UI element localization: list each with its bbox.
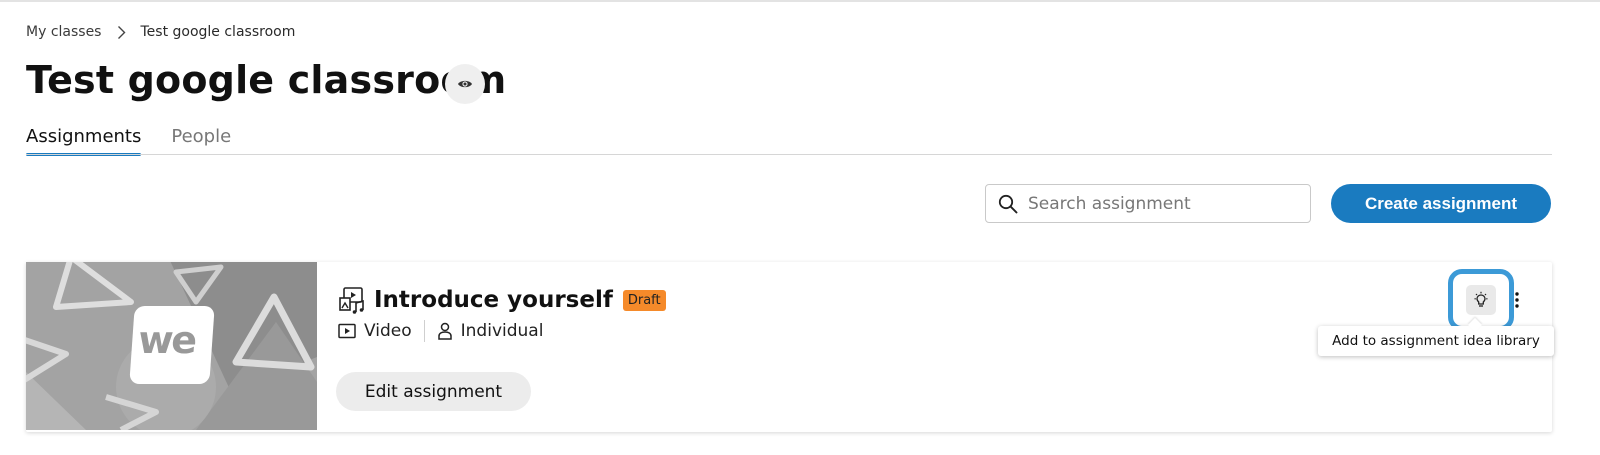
tab-people[interactable]: People [171, 126, 231, 153]
top-border [0, 0, 1600, 2]
search-icon [998, 194, 1018, 214]
page-title: Test google classroom [26, 58, 507, 102]
breadcrumb: My classes Test google classroom [26, 24, 295, 40]
assignment-type: Video [338, 321, 412, 341]
lightbulb-icon [1472, 291, 1490, 309]
assignment-type-label: Video [364, 321, 412, 341]
chevron-right-icon [117, 25, 126, 40]
idea-library-focus-ring [1448, 269, 1514, 331]
eye-icon [457, 78, 473, 90]
edit-assignment-button[interactable]: Edit assignment [336, 372, 531, 411]
tab-assignments[interactable]: Assignments [26, 126, 142, 156]
logo-text: we [136, 318, 197, 362]
tooltip-text: Add to assignment idea library [1332, 333, 1540, 349]
more-vertical-icon [1515, 292, 1519, 308]
breadcrumb-current: Test google classroom [140, 24, 296, 40]
add-to-idea-library-button[interactable] [1466, 285, 1496, 315]
visibility-button[interactable] [445, 64, 485, 104]
video-icon [338, 323, 356, 339]
assignment-title[interactable]: Introduce yourself [374, 287, 613, 313]
tooltip: Add to assignment idea library [1318, 326, 1554, 356]
logo-mark: we [129, 306, 215, 384]
media-assignment-icon [338, 286, 366, 314]
search-box[interactable] [985, 184, 1311, 223]
person-icon [437, 322, 453, 340]
assignment-mode: Individual [437, 321, 544, 341]
tabs: Assignments People [26, 126, 261, 156]
assignment-mode-label: Individual [460, 321, 544, 341]
status-badge: Draft [622, 289, 666, 311]
assignment-thumbnail: we [26, 262, 317, 430]
tabs-divider [26, 154, 1552, 155]
create-assignment-button[interactable]: Create assignment [1331, 184, 1551, 223]
assignment-meta: Video Individual [338, 320, 543, 342]
search-input[interactable] [1028, 193, 1288, 214]
assignment-title-row: Introduce yourself Draft [338, 286, 666, 314]
meta-divider [423, 320, 425, 342]
breadcrumb-link-my-classes[interactable]: My classes [26, 24, 101, 40]
more-options-button[interactable] [1510, 287, 1524, 313]
